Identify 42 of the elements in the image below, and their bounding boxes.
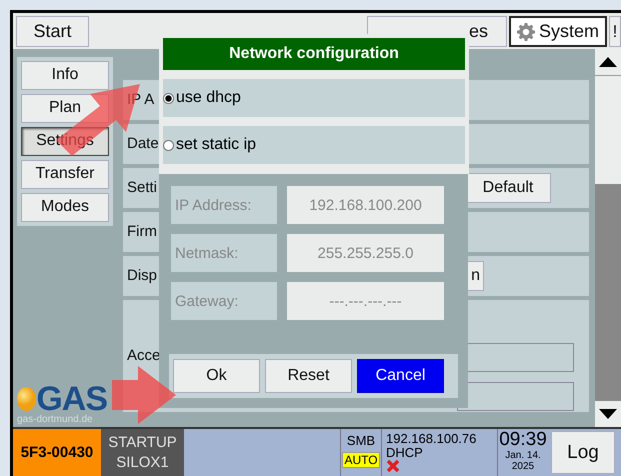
system-button[interactable]: System: [509, 16, 607, 47]
setting-label: Firm: [127, 223, 157, 240]
clock-date: Jan. 14. 2025: [504, 450, 542, 472]
protocol-text: SMB: [346, 433, 376, 448]
logo-url: gas-dortmund.de: [17, 414, 94, 426]
sidebar-tab[interactable]: Info: [21, 60, 109, 90]
mode-badge: AUTO: [342, 452, 380, 468]
dialog-button[interactable]: Reset: [265, 359, 352, 393]
dialog-button[interactable]: Ok: [173, 359, 260, 393]
silo-text: SILOX1: [116, 454, 169, 472]
radio-icon[interactable]: [163, 140, 174, 150]
clock-time: 09:39: [499, 429, 547, 450]
input-field[interactable]: [457, 382, 574, 411]
alert-button[interactable]: !: [609, 16, 621, 47]
ip-text: 192.168.100.76: [386, 431, 476, 446]
field-label: Netmask:: [171, 234, 277, 272]
setting-button[interactable]: Default: [465, 172, 551, 203]
cancel-button[interactable]: Cancel: [357, 359, 444, 393]
ip-mode-text: DHCP: [386, 446, 423, 460]
setting-label: Setti: [127, 179, 158, 196]
radio-option[interactable]: set static ip: [163, 126, 465, 164]
scrollbar[interactable]: [595, 48, 621, 428]
dialog-title: Network configuration: [163, 38, 465, 70]
scroll-up-icon[interactable]: [599, 56, 617, 67]
device-id: 5F3-00430: [13, 429, 101, 476]
setting-label: IP A: [127, 91, 154, 108]
start-button[interactable]: Start: [16, 16, 89, 47]
scroll-down-icon[interactable]: [599, 409, 617, 420]
pointer-arrow: [112, 366, 176, 424]
field-label: Gateway:: [171, 282, 277, 320]
radio-option[interactable]: use dhcp: [163, 79, 465, 117]
log-button[interactable]: Log: [551, 431, 615, 474]
settings-icon: [516, 22, 535, 40]
state-text: STARTUP: [108, 434, 177, 452]
setting-label: Disp: [127, 267, 158, 284]
radio-icon[interactable]: [163, 92, 174, 104]
company-logo: GAS: [17, 384, 107, 414]
field-label: IP Address:: [171, 186, 277, 224]
setting-label: Acce: [127, 347, 160, 364]
sidebar-tab[interactable]: Transfer: [21, 160, 109, 189]
sidebar-tab[interactable]: Modes: [21, 192, 109, 222]
setting-label: Date: [127, 135, 159, 152]
